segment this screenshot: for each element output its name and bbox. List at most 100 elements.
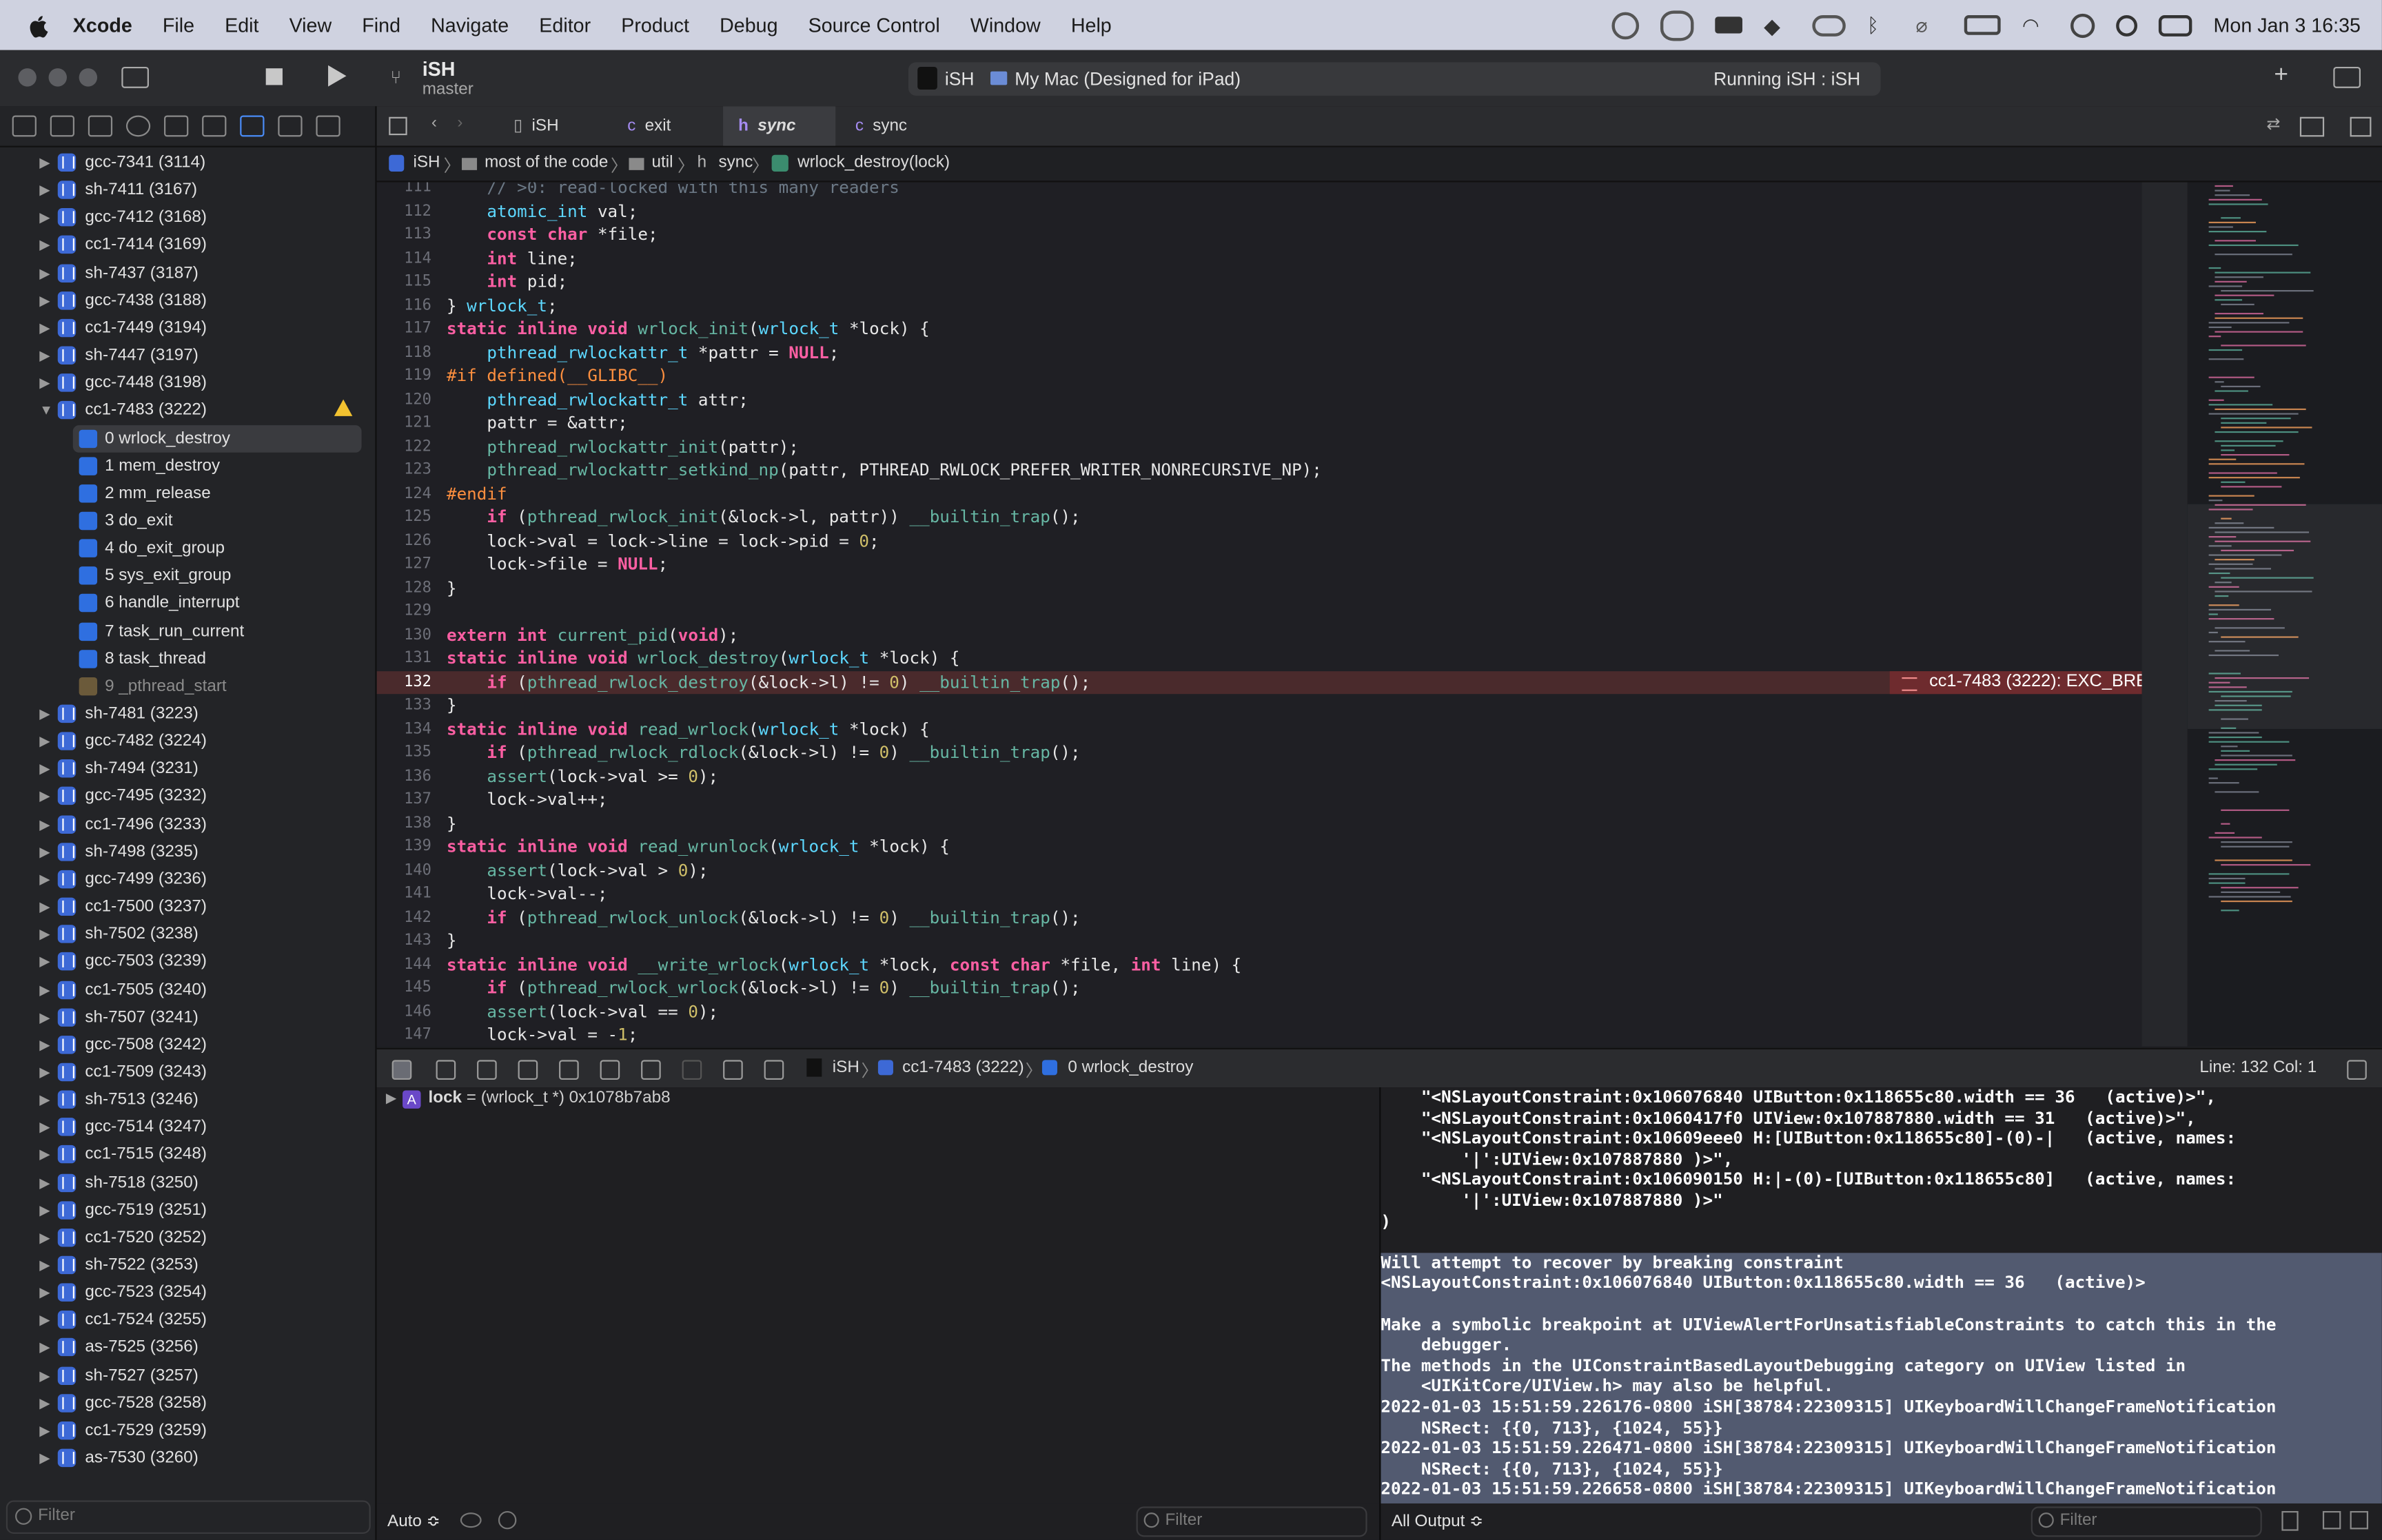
step-out-icon[interactable] — [600, 1060, 620, 1080]
stack-frame-row[interactable]: 3 do_exit — [0, 507, 375, 535]
thread-row[interactable]: ▶ gcc-7412 (3168) — [0, 204, 375, 232]
code-line[interactable]: 128} — [377, 576, 2142, 599]
disclosure-closed-icon[interactable]: ▶ — [39, 921, 50, 948]
disclosure-closed-icon[interactable]: ▶ — [39, 700, 50, 728]
disclosure-closed-icon[interactable]: ▶ — [39, 314, 50, 342]
disclosure-closed-icon[interactable]: ▶ — [39, 810, 50, 838]
find-navigator-icon[interactable] — [125, 115, 151, 137]
line-number[interactable]: 115 — [377, 270, 431, 294]
code-line[interactable]: 123 pthread_rwlockattr_setkind_np(pattr,… — [377, 459, 2142, 482]
minimap[interactable] — [2187, 182, 2382, 1047]
code-line[interactable]: 145 if (pthread_rwlock_wrlock(&lock->l) … — [377, 976, 2142, 1000]
bluetooth-icon[interactable]: ᛒ — [1867, 13, 1895, 37]
thread-row[interactable]: ▶ cc1-7505 (3240) — [0, 976, 375, 1003]
variables-scope-popup[interactable]: Auto ≎ — [387, 1511, 440, 1530]
warning-icon[interactable] — [334, 400, 353, 417]
debug-process[interactable]: iSH — [833, 1058, 859, 1076]
view-hierarchy-icon[interactable] — [641, 1060, 661, 1080]
split-right-icon[interactable] — [2350, 1510, 2369, 1530]
code-line[interactable]: 144 static inline void __write_wrlock(wrl… — [377, 953, 2142, 976]
line-number[interactable]: 136 — [377, 765, 431, 788]
disclosure-closed-icon[interactable]: ▶ — [39, 1113, 50, 1141]
stack-frame-row[interactable]: 7 task_run_current — [0, 617, 375, 645]
thread-row[interactable]: ▶ cc1-7500 (3237) — [0, 893, 375, 921]
split-editor-icon[interactable] — [2350, 116, 2372, 137]
menu-help[interactable]: Help — [1071, 14, 1112, 37]
menu-view[interactable]: View — [289, 14, 332, 37]
thread-row[interactable]: ▶ sh-7437 (3187) — [0, 259, 375, 287]
run-destination[interactable]: My Mac (Designed for iPad) — [1015, 68, 1241, 90]
line-number[interactable]: 133 — [377, 694, 431, 717]
menu-window[interactable]: Window — [970, 14, 1041, 37]
disclosure-closed-icon[interactable]: ▶ — [39, 204, 50, 232]
dropbox-icon[interactable]: ◆ — [1764, 13, 1791, 37]
menu-navigate[interactable]: Navigate — [431, 14, 509, 37]
creative-cloud-icon[interactable] — [1660, 10, 1694, 41]
disclosure-closed-icon[interactable]: ▶ — [39, 948, 50, 976]
jumpbar-project[interactable]: iSH — [413, 154, 440, 172]
disclosure-closed-icon[interactable]: ▶ — [39, 1251, 50, 1279]
thread-row[interactable]: ▶ cc1-7414 (3169) — [0, 232, 375, 259]
tab-ish[interactable]: ▯ iSH — [498, 106, 620, 145]
code-line[interactable]: 139 static inline void read_wrunlock(wrlo… — [377, 835, 2142, 859]
window-zoom-button[interactable] — [79, 68, 98, 87]
grid-icon[interactable] — [389, 116, 407, 136]
line-number[interactable]: 143 — [377, 930, 431, 953]
stack-frame-row[interactable]: 0 wrlock_destroy — [72, 424, 362, 452]
disclosure-closed-icon[interactable]: ▶ — [39, 1306, 50, 1334]
thread-row[interactable]: ▶ gcc-7495 (3232) — [0, 783, 375, 810]
line-number[interactable]: 132 — [377, 670, 431, 694]
menu-product[interactable]: Product — [621, 14, 689, 37]
apple-icon[interactable] — [28, 13, 52, 37]
code-line[interactable]: 143} — [377, 930, 2142, 953]
control-center-icon[interactable] — [2159, 14, 2192, 36]
code-line[interactable]: 115 int pid; — [377, 270, 2142, 294]
line-number[interactable]: 124 — [377, 482, 431, 506]
spotlight-search-icon[interactable] — [2116, 14, 2138, 36]
tab-sync-source[interactable]: c sync — [840, 106, 961, 145]
code-line[interactable]: 117 static inline void wrlock_init(wrlock… — [377, 318, 2142, 341]
minimap-viewport[interactable] — [2187, 504, 2382, 729]
thread-row[interactable]: ▶ cc1-7529 (3259) — [0, 1417, 375, 1444]
branch-name[interactable]: master — [423, 81, 474, 99]
line-number[interactable]: 137 — [377, 788, 431, 812]
line-number[interactable]: 142 — [377, 906, 431, 930]
stack-frame-row[interactable]: 2 mm_release — [0, 480, 375, 507]
menu-edit[interactable]: Edit — [225, 14, 258, 37]
disclosure-closed-icon[interactable]: ▶ — [39, 259, 50, 287]
line-number[interactable]: 113 — [377, 223, 431, 247]
debug-thread[interactable]: cc1-7483 (3222) — [902, 1058, 1024, 1076]
thread-row[interactable]: ▶ gcc-7514 (3247) — [0, 1113, 375, 1141]
line-number[interactable]: 130 — [377, 624, 431, 647]
vpn-icon[interactable] — [1611, 11, 1640, 39]
simulate-location-icon[interactable] — [764, 1060, 784, 1080]
thread-row[interactable]: ▶ sh-7522 (3253) — [0, 1251, 375, 1279]
run-button[interactable] — [328, 65, 347, 87]
stack-frame-row[interactable]: 8 task_thread — [0, 645, 375, 673]
window-close-button[interactable] — [18, 68, 37, 87]
line-number[interactable]: 147 — [377, 1023, 431, 1046]
stop-button[interactable] — [265, 68, 283, 85]
disclosure-closed-icon[interactable]: ▶ — [39, 865, 50, 893]
jumpbar-group[interactable]: most of the code — [485, 154, 608, 172]
thread-row[interactable]: ▶ gcc-7482 (3224) — [0, 728, 375, 755]
line-number[interactable]: 121 — [377, 411, 431, 435]
disclosure-closed-icon[interactable]: ▶ — [39, 232, 50, 259]
disclosure-closed-icon[interactable]: ▶ — [39, 1169, 50, 1196]
code-line[interactable]: 113 const char *file; — [377, 223, 2142, 247]
line-number[interactable]: 144 — [377, 953, 431, 976]
thread-row[interactable]: ▶ gcc-7499 (3236) — [0, 865, 375, 893]
line-number[interactable]: 129 — [377, 600, 431, 624]
thread-row[interactable]: ▶ cc1-7509 (3243) — [0, 1058, 375, 1086]
thread-row[interactable]: ▶ sh-7502 (3238) — [0, 921, 375, 948]
source-editor[interactable]: 111 // >0: read-locked with this many re… — [376, 182, 2142, 1047]
code-line[interactable]: 125 if (pthread_rwlock_init(&lock->l, pa… — [377, 506, 2142, 529]
code-line[interactable]: 135 if (pthread_rwlock_rdlock(&lock->l) … — [377, 741, 2142, 765]
forward-arrow-icon[interactable]: › — [457, 114, 462, 132]
editor-scrollbar[interactable] — [2141, 182, 2188, 1047]
issue-navigator-icon[interactable] — [164, 115, 189, 137]
line-number[interactable]: 120 — [377, 388, 431, 411]
console-output[interactable]: "<NSLayoutConstraint:0x106076840 UIButto… — [1381, 1087, 2382, 1503]
line-number[interactable]: 146 — [377, 1000, 431, 1023]
code-line[interactable]: 140 assert(lock->val > 0); — [377, 859, 2142, 882]
